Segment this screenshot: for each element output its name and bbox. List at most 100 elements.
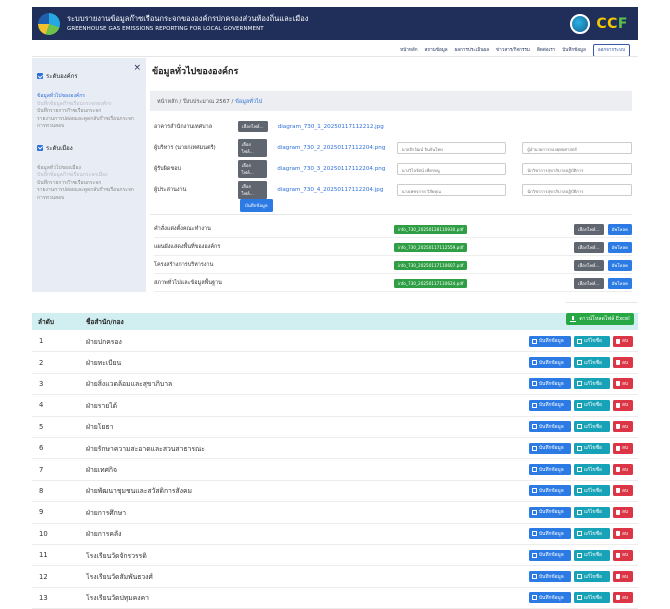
breadcrumb-home[interactable]: หน้าหลัก xyxy=(157,99,178,105)
delete-button[interactable]: ลบ xyxy=(613,549,633,561)
choose-file-button[interactable]: เลือกไฟล์... xyxy=(573,277,604,289)
nav-news[interactable]: ข่าวสาร/กิจกรรม xyxy=(496,47,530,54)
delete-label: ลบ xyxy=(622,381,628,387)
save-record-button[interactable]: บันทึกข้อมูล xyxy=(529,399,571,411)
file-link[interactable]: diagram_730_1_20250117112212.jpg xyxy=(278,124,388,130)
delete-button[interactable]: ลบ xyxy=(613,357,633,369)
delete-button[interactable]: ลบ xyxy=(613,464,633,476)
edit-name-button[interactable]: แก้ไขชื่อ xyxy=(574,506,610,518)
sidebar-item-org-ghg[interactable]: บันทึกข้อมูลก๊าซเรือนกระจกองค์กร xyxy=(37,101,141,109)
sidebar-item-city-verify[interactable]: การทวนสอบ xyxy=(37,195,141,203)
sidebar-item-org-info[interactable]: ข้อมูลทั่วไปขององค์กร xyxy=(37,93,141,101)
sidebar-item-city-info[interactable]: ข้อมูลทั่วไปของเมือง xyxy=(37,165,141,173)
name-input[interactable]: นายจีรวัฒน์ จินจันโทษ xyxy=(396,141,507,154)
position-input[interactable]: นักวิชาการสุขาภิบาลปฏิบัติการ xyxy=(522,162,632,175)
choose-file-button[interactable]: เลือกไฟล์... xyxy=(237,159,268,178)
choose-file-button[interactable]: เลือกไฟล์... xyxy=(573,241,604,253)
upload-button[interactable]: อัพโหลด xyxy=(607,277,632,289)
doc-row-coordinator: ผู้ประสานงาน เลือกไฟล์... diagram_730_4_… xyxy=(154,180,632,199)
save-record-button[interactable]: บันทึกข้อมูล xyxy=(529,335,571,347)
file-link[interactable]: diagram_730_3_20250117112204.png xyxy=(277,166,387,172)
save-record-button[interactable]: บันทึกข้อมูล xyxy=(529,378,571,390)
close-icon[interactable]: × xyxy=(133,63,141,73)
delete-button[interactable]: ลบ xyxy=(613,442,633,454)
row-actions: บันทึกข้อมูล แก้ไขชื่อ ลบ xyxy=(529,357,633,369)
sidebar-item-city-record[interactable]: บันทึกรายการก๊าซเรือนกระจก xyxy=(37,180,141,188)
save-record-button[interactable]: บันทึกข้อมูล xyxy=(529,571,571,583)
position-input[interactable]: นักวิชาการสุขาภิบาลปฏิบัติการ xyxy=(522,183,632,196)
delete-button[interactable]: ลบ xyxy=(613,485,633,497)
sidebar-item-org-verify[interactable]: การทวนสอบ xyxy=(37,123,141,131)
delete-button[interactable]: ลบ xyxy=(613,399,633,411)
choose-file-button[interactable]: เลือกไฟล์... xyxy=(238,121,268,132)
attachment-file-link[interactable]: info_730_20250117110607.pdf xyxy=(394,260,468,270)
save-record-button[interactable]: บันทึกข้อมูล xyxy=(529,357,571,369)
attachment-file-link[interactable]: info_730_20250117112559.pdf xyxy=(394,242,468,252)
sidebar-section-city[interactable]: ระดับเมือง xyxy=(37,143,141,153)
save-record-button[interactable]: บันทึกข้อมูล xyxy=(529,421,571,433)
save-record-button[interactable]: บันทึกข้อมูล xyxy=(529,592,571,604)
upload-button[interactable]: อัพโหลด xyxy=(607,223,632,235)
delete-button[interactable]: ลบ xyxy=(613,421,633,433)
save-record-button[interactable]: บันทึกข้อมูล xyxy=(529,464,571,476)
name-input[interactable]: นางวิไลรัตน์ เพียรหนู xyxy=(396,162,507,175)
export-excel-button[interactable]: ดาวน์โหลดไฟล์ Excel xyxy=(566,313,634,325)
choose-file-button[interactable]: เลือกไฟล์... xyxy=(237,180,268,199)
edit-name-button[interactable]: แก้ไขชื่อ xyxy=(574,335,610,347)
breadcrumb-year[interactable]: ปีงบประมาณ 2567 xyxy=(183,99,230,105)
upload-button[interactable]: อัพโหลด xyxy=(607,259,632,271)
edit-name-button[interactable]: แก้ไขชื่อ xyxy=(574,378,610,390)
edit-name-button[interactable]: แก้ไขชื่อ xyxy=(574,592,610,604)
nav-data-center[interactable]: สถานข้อมูล xyxy=(425,47,448,54)
edit-name-button[interactable]: แก้ไขชื่อ xyxy=(574,442,610,454)
delete-button[interactable]: ลบ xyxy=(613,378,633,390)
save-record-button[interactable]: บันทึกข้อมูล xyxy=(529,485,571,497)
nav-contact[interactable]: ติดต่อเรา xyxy=(537,47,555,54)
edit-name-button[interactable]: แก้ไขชื่อ xyxy=(574,571,610,583)
delete-button[interactable]: ลบ xyxy=(613,528,633,540)
edit-name-button[interactable]: แก้ไขชื่อ xyxy=(574,421,610,433)
save-record-button[interactable]: บันทึกข้อมูล xyxy=(529,442,571,454)
name-input[interactable]: นางเพชรกาย วิสัยคุณ xyxy=(396,183,507,196)
choose-file-button[interactable]: เลือกไฟล์... xyxy=(237,138,268,157)
nav-home[interactable]: หน้าหลัก xyxy=(400,47,417,54)
save-record-button[interactable]: บันทึกข้อมูล xyxy=(529,549,571,561)
edit-name-button[interactable]: แก้ไขชื่อ xyxy=(574,485,610,497)
sidebar-item-city-report[interactable]: รายงานการปล่อยและดูดกลับก๊าซเรือนกระจก xyxy=(37,187,141,195)
edit-name-button[interactable]: แก้ไขชื่อ xyxy=(574,549,610,561)
delete-button[interactable]: ลบ xyxy=(613,571,633,583)
row-name: โรงเรียนวัดปทุมคงคา xyxy=(86,594,149,603)
delete-button[interactable]: ลบ xyxy=(613,592,633,604)
sidebar-section-org[interactable]: ระดับองค์กร xyxy=(37,71,141,81)
save-record-button[interactable]: บันทึกข้อมูล xyxy=(529,528,571,540)
edit-name-button[interactable]: แก้ไขชื่อ xyxy=(574,528,610,540)
tgo-logo-icon xyxy=(38,12,60,35)
nav-record[interactable]: บันทึกข้อมูล xyxy=(562,47,586,54)
choose-file-button[interactable]: เลือกไฟล์... xyxy=(573,223,604,235)
position-input[interactable]: ผู้อำนวยการกองยุทธศาสตร์ xyxy=(522,141,632,154)
checkbox-icon[interactable] xyxy=(37,144,43,151)
attachment-file-link[interactable]: info_730_20250117110624.pdf xyxy=(394,278,468,288)
nav-results[interactable]: ผลการประเมินผล xyxy=(455,47,489,54)
trash-icon xyxy=(616,595,620,601)
sidebar-item-org-report[interactable]: รายงานการปล่อยและดูดกลับก๊าซเรือนกระจก xyxy=(37,116,141,124)
edit-name-button[interactable]: แก้ไขชื่อ xyxy=(574,399,610,411)
delete-button[interactable]: ลบ xyxy=(613,506,633,518)
save-record-button[interactable]: บันทึกข้อมูล xyxy=(529,506,571,518)
row-name: ฝ่ายเทศกิจ xyxy=(86,466,117,475)
attachment-file-link[interactable]: info_730_20250128110930.pdf xyxy=(394,224,468,234)
file-link[interactable]: diagram_730_2_20250117112204.png xyxy=(277,145,387,151)
row-name: ฝ่ายโยธา xyxy=(86,423,114,432)
sidebar-item-org-record[interactable]: บันทึกรายการก๊าซเรือนกระจก xyxy=(37,108,141,116)
edit-name-button[interactable]: แก้ไขชื่อ xyxy=(574,464,610,476)
checkbox-icon[interactable] xyxy=(37,73,43,79)
choose-file-button[interactable]: เลือกไฟล์... xyxy=(573,259,604,271)
edit-name-button[interactable]: แก้ไขชื่อ xyxy=(574,357,610,369)
file-link[interactable]: diagram_730_4_20250117112204.jpg xyxy=(277,187,387,193)
sidebar-item-city-ghg[interactable]: บันทึกข้อมูลก๊าซเรือนกระจกเมือง xyxy=(37,172,141,180)
column-header-name: ชื่อสำนัก/กอง xyxy=(86,317,124,326)
delete-button[interactable]: ลบ xyxy=(613,335,633,347)
export-divider xyxy=(566,302,638,303)
upload-button[interactable]: อัพโหลด xyxy=(607,241,632,253)
save-info-button[interactable]: บันทึกข้อมูล xyxy=(240,199,273,212)
